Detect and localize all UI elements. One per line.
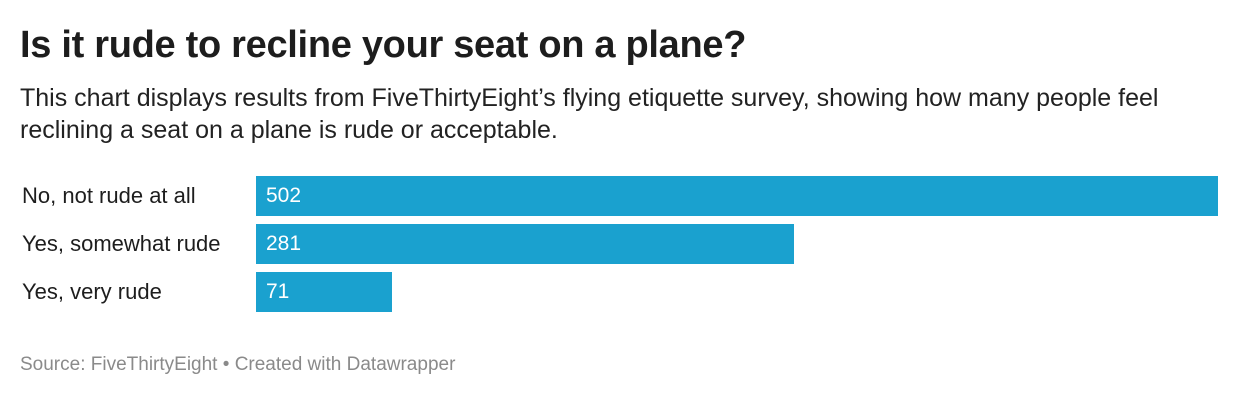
bar-row: Yes, very rude 71 xyxy=(20,272,1220,312)
bar-value-label: 71 xyxy=(266,280,290,303)
bar-value-label: 281 xyxy=(266,232,302,255)
bar-value-label: 502 xyxy=(266,184,302,207)
chart-title: Is it rude to recline your seat on a pla… xyxy=(20,24,747,66)
bar-category-label: Yes, somewhat rude xyxy=(22,231,221,256)
bar-category-label: Yes, very rude xyxy=(22,279,162,304)
credit-note: Created with Datawrapper xyxy=(234,354,456,375)
bar-row: Yes, somewhat rude 281 xyxy=(20,224,1220,264)
footer-separator: • xyxy=(222,354,230,375)
chart-subtitle: This chart displays results from FiveThi… xyxy=(20,84,1159,144)
chart-container: Is it rude to recline your seat on a pla… xyxy=(20,20,1220,312)
bar-row: No, not rude at all 502 xyxy=(20,176,1220,216)
bar-chart: No, not rude at all 502 Yes, somewhat rude… xyxy=(20,176,1220,324)
bar xyxy=(256,224,794,264)
chart-footer: Source: FiveThirtyEight • Created with D… xyxy=(20,354,455,376)
bar-category-label: No, not rude at all xyxy=(22,183,196,208)
source-note: Source: FiveThirtyEight xyxy=(20,354,218,375)
bar xyxy=(256,176,1218,216)
